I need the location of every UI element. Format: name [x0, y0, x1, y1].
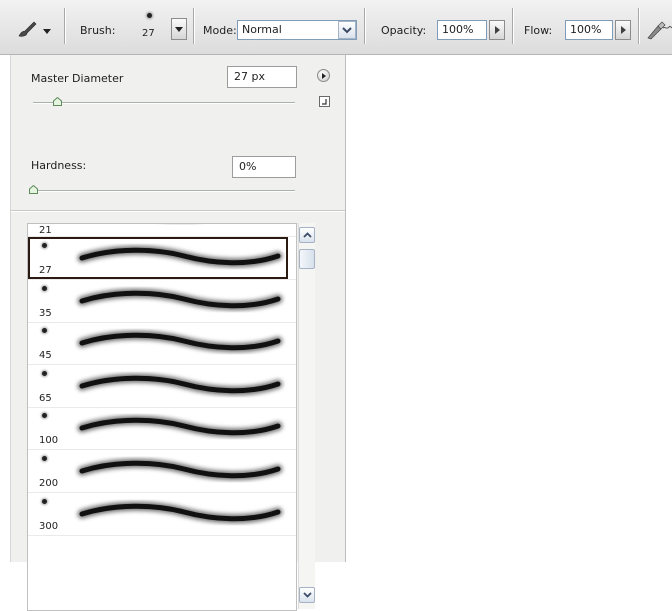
brush-list-scrollbar[interactable] [298, 223, 315, 609]
mode-value: Normal [242, 23, 282, 36]
hardness-track[interactable] [33, 190, 295, 192]
brush-size-label: 100 [39, 435, 59, 447]
panel-menu-icon [322, 72, 326, 79]
toolbar-separator [638, 8, 640, 44]
flow-value: 100% [570, 23, 602, 36]
scroll-down-icon [302, 592, 312, 598]
brush-preview[interactable]: 27 [140, 12, 162, 46]
document-canvas[interactable] [346, 55, 672, 562]
brush-size-label: 200 [39, 478, 59, 489]
brush-picker-button[interactable] [171, 18, 187, 40]
toolbar-separator [512, 8, 514, 44]
brush-stroke-preview [77, 458, 283, 481]
brush-tip-dot [42, 370, 47, 376]
opacity-field[interactable]: 100% [437, 20, 487, 40]
brush-tool-icon[interactable] [16, 20, 38, 38]
toolbar-separator [364, 8, 366, 44]
master-diameter-value: 27 px [234, 70, 265, 83]
master-diameter-slider-thumb[interactable] [52, 97, 62, 106]
mode-label: Mode: [203, 24, 237, 37]
brush-row[interactable]: 65 [28, 365, 296, 408]
brush-picker-panel: Master Diameter 27 px Hardness: 0% 21 27… [10, 55, 346, 611]
brush-picker-dropdown-icon [175, 26, 183, 32]
selected-brush-outline [28, 237, 288, 279]
opacity-slider-arrow-icon [494, 26, 500, 34]
brush-size-label: 65 [39, 392, 52, 404]
mode-dropdown-button[interactable] [338, 21, 356, 39]
flow-field[interactable]: 100% [565, 20, 613, 40]
brush-row[interactable]: 100 [28, 407, 296, 451]
save-preset-icon[interactable] [319, 96, 330, 107]
brush-tip-dot [42, 498, 47, 504]
mode-dropdown-icon [342, 26, 352, 33]
options-toolbar: Brush: 27 Mode: Normal Opacity: 100% Flo… [0, 0, 672, 55]
opacity-value: 100% [442, 23, 474, 36]
brush-stroke-preview [77, 416, 283, 438]
brush-size-label: 300 [39, 520, 59, 532]
brush-size-label: 35 [39, 307, 52, 319]
brush-label: Brush: [80, 24, 116, 37]
flow-slider-button[interactable] [615, 20, 631, 40]
toolbar-separator [64, 8, 66, 44]
tool-preset-dropdown-icon[interactable] [43, 29, 51, 34]
brush-preset-list: 21 27 35 45 65 100 200 300 [27, 223, 297, 611]
scroll-up-icon [302, 232, 312, 238]
scroll-up-button[interactable] [299, 227, 315, 243]
brush-tip-dot [147, 13, 152, 18]
airbrush-icon[interactable] [646, 18, 672, 40]
brush-row[interactable]: 300 [28, 493, 296, 536]
master-diameter-field[interactable]: 27 px [227, 66, 297, 88]
brush-size: 27 [142, 28, 155, 39]
brush-tip-dot [42, 285, 47, 291]
scroll-down-button[interactable] [299, 587, 315, 603]
master-diameter-track[interactable] [33, 102, 295, 104]
hardness-value: 0% [239, 160, 257, 173]
brush-stroke-preview [156, 224, 204, 225]
master-diameter-label: Master Diameter [31, 72, 124, 85]
brush-tip-dot [42, 413, 47, 419]
hardness-label: Hardness: [31, 159, 87, 172]
opacity-slider-button[interactable] [489, 20, 505, 40]
brush-size-label: 45 [39, 350, 52, 362]
brush-row[interactable]: 200 [28, 450, 296, 493]
brush-size-label: 21 [39, 225, 52, 236]
brush-row[interactable]: 35 [28, 280, 296, 323]
brush-stroke-preview [77, 330, 283, 353]
toolbar-separator [193, 8, 195, 44]
opacity-label: Opacity: [381, 24, 427, 37]
brush-tip-dot [42, 456, 47, 461]
brush-row[interactable]: 45 [28, 322, 296, 366]
brush-row-partial[interactable]: 21 [28, 224, 296, 237]
brush-stroke-preview [77, 501, 283, 523]
scroll-thumb[interactable] [299, 249, 315, 269]
panel-menu-button[interactable] [317, 69, 330, 82]
flow-slider-arrow-icon [620, 26, 626, 34]
flow-label: Flow: [524, 24, 553, 37]
hardness-slider-thumb[interactable] [29, 185, 38, 194]
brush-tip-dot [42, 328, 47, 334]
brush-stroke-preview [77, 373, 283, 396]
brush-stroke-preview [77, 288, 283, 310]
panel-divider [11, 210, 345, 212]
hardness-field[interactable]: 0% [232, 156, 296, 178]
